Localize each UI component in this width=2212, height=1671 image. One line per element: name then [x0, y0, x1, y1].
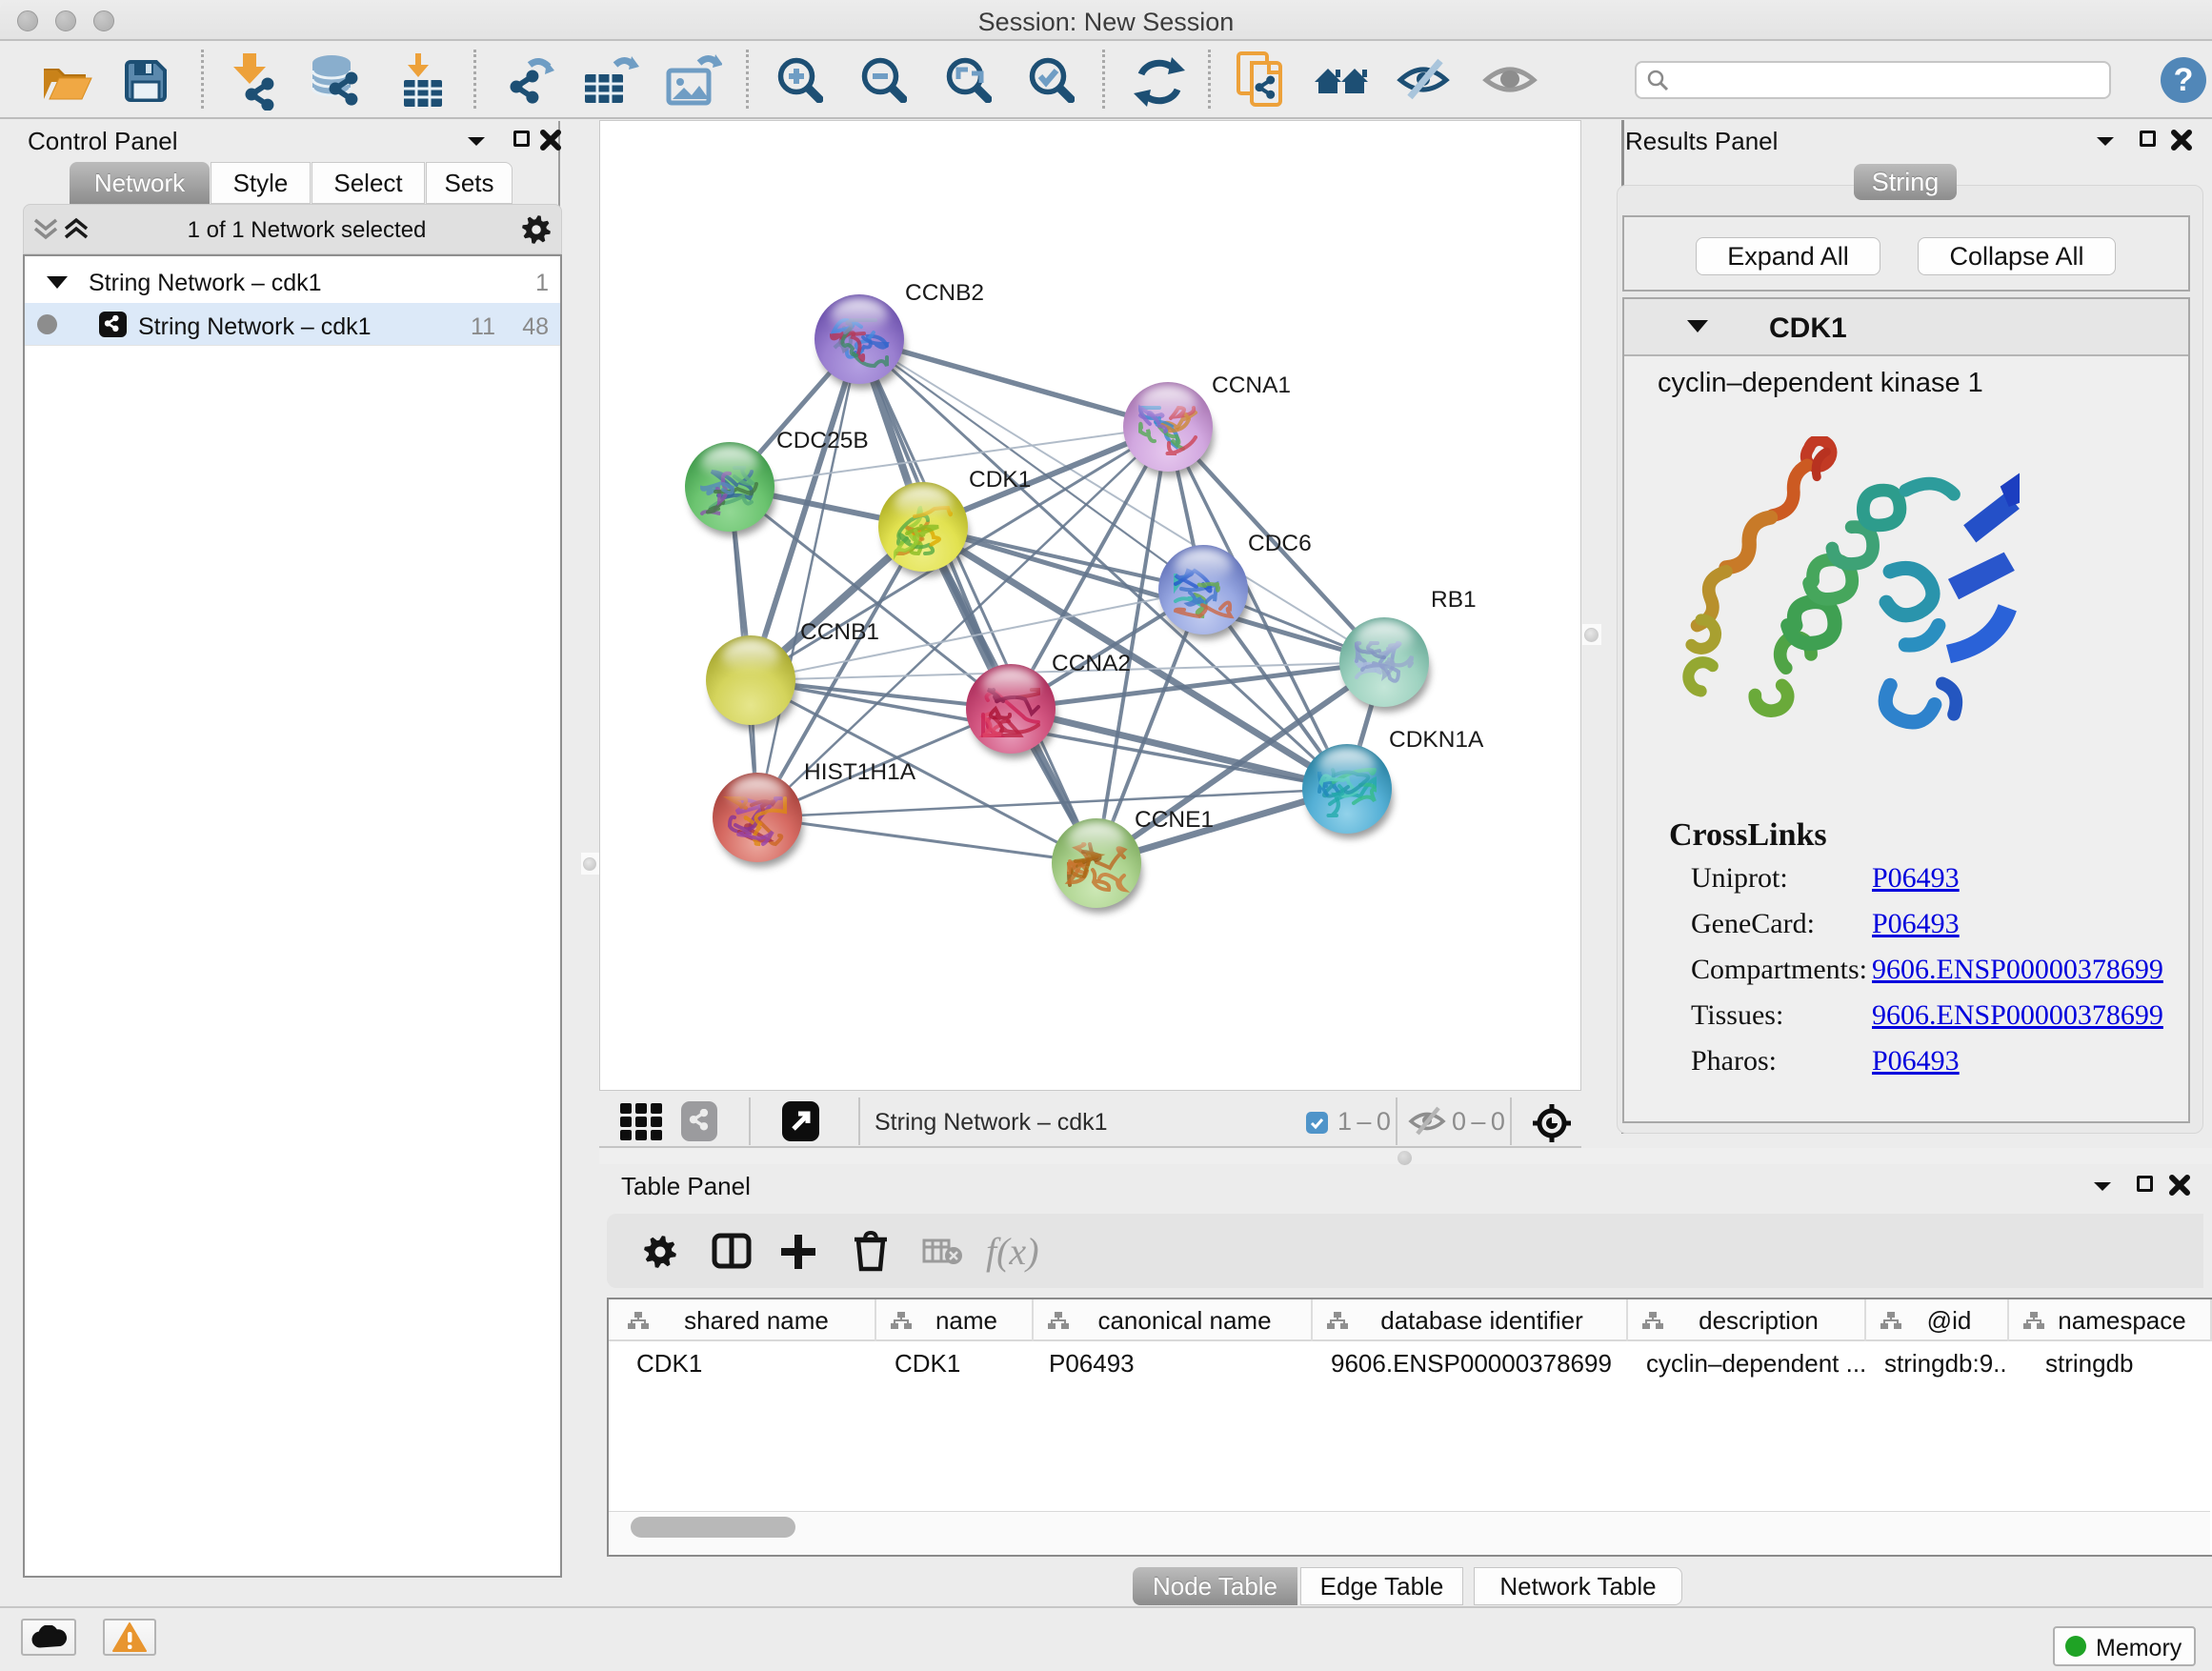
- svg-text:CCNA1: CCNA1: [1212, 372, 1291, 398]
- svg-text:CCNA2: CCNA2: [1052, 651, 1131, 676]
- svg-text:CDK1: CDK1: [969, 467, 1031, 493]
- svg-text:HIST1H1A: HIST1H1A: [804, 759, 916, 785]
- svg-text:CCNB1: CCNB1: [800, 619, 879, 645]
- svg-text:CDKN1A: CDKN1A: [1389, 727, 1484, 753]
- svg-text:CCNE1: CCNE1: [1135, 807, 1214, 833]
- svg-text:CDC25B: CDC25B: [776, 428, 869, 453]
- svg-text:CDC6: CDC6: [1248, 531, 1312, 556]
- svg-text:CCNB2: CCNB2: [905, 280, 984, 306]
- svg-text:RB1: RB1: [1431, 587, 1477, 613]
